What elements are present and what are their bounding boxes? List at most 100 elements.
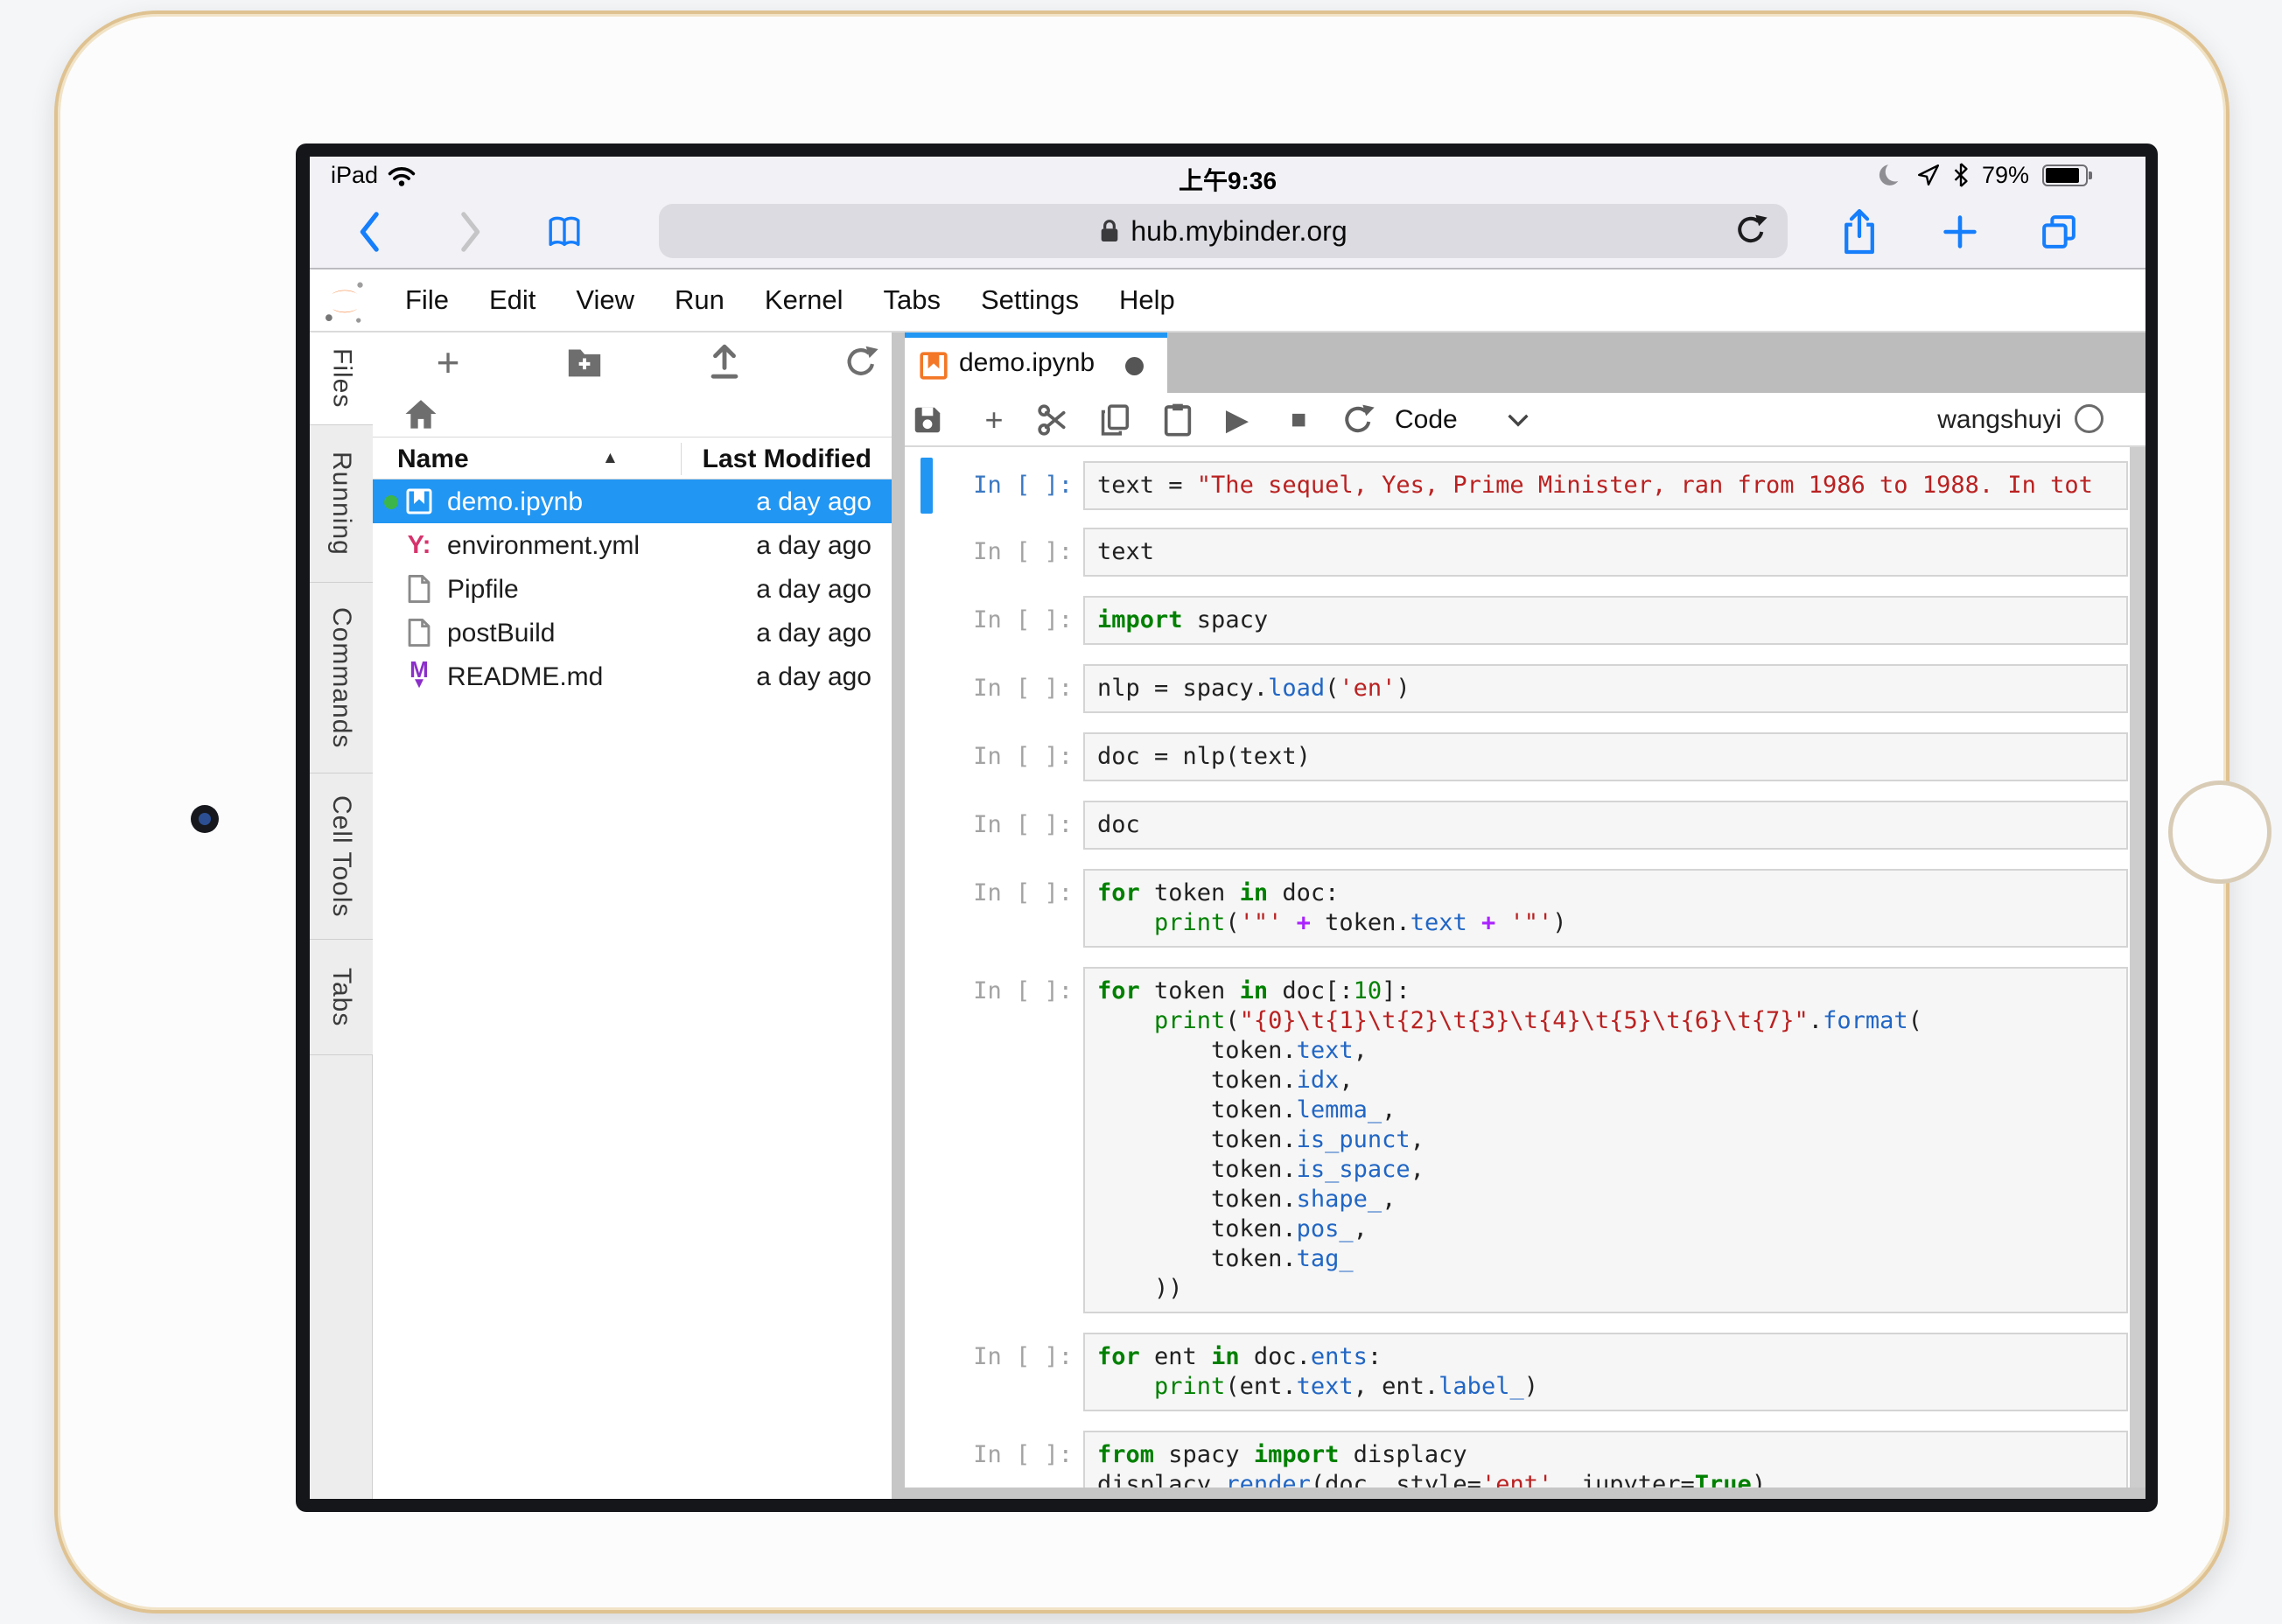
share-button[interactable] xyxy=(1839,209,1880,255)
sidebar-tab-running[interactable]: Running xyxy=(310,425,373,583)
vertical-scrollbar[interactable] xyxy=(2130,447,2146,1488)
file-name: demo.ipynb xyxy=(447,487,584,516)
file-browser-panel: + Name ▲ Last Modified demo.ipynb a day … xyxy=(373,332,892,1499)
menu-file[interactable]: File xyxy=(385,284,469,316)
code-cell-10[interactable]: from spacy import displacy displacy.rende… xyxy=(1083,1431,2128,1488)
code-cell-7[interactable]: for token in doc: print('"' + token.text… xyxy=(1083,869,2128,948)
notebook-icon xyxy=(404,486,434,516)
add-cell-button[interactable]: + xyxy=(971,398,1017,442)
column-name-label[interactable]: Name xyxy=(397,444,469,474)
notebook-tab-demo[interactable]: demo.ipynb xyxy=(905,332,1167,393)
file-list: demo.ipynb a day ago Y: environment.yml a da… xyxy=(373,480,892,1494)
cell-prompt: In [ ]: xyxy=(973,1343,1073,1370)
file-list-header[interactable]: Name ▲ Last Modified xyxy=(373,437,892,480)
forward-button[interactable] xyxy=(450,209,490,255)
cell-prompt: In [ ]: xyxy=(973,811,1073,838)
markdown-file-icon: M ▼ xyxy=(410,656,429,691)
panel-split-handle[interactable] xyxy=(892,332,905,1499)
tabs-overview-button[interactable] xyxy=(2039,209,2079,255)
clock: 上午9:36 xyxy=(1178,167,1278,194)
upload-button[interactable] xyxy=(704,341,746,383)
battery-percent-label: 79% xyxy=(1981,161,2029,188)
menu-edit[interactable]: Edit xyxy=(469,284,556,316)
refresh-file-list-button[interactable] xyxy=(840,341,882,383)
new-folder-button[interactable] xyxy=(564,341,606,383)
file-name: README.md xyxy=(447,662,604,691)
sidebar-tab-files[interactable]: Files xyxy=(310,332,374,425)
bluetooth-icon xyxy=(1954,163,1968,187)
code-cell-3[interactable]: import spacy xyxy=(1083,596,2128,645)
home-breadcrumb-icon[interactable] xyxy=(403,397,438,430)
code-cell-1[interactable]: text = "The sequel, Yes, Prime Minister,… xyxy=(1083,461,2128,510)
cell-type-value: Code xyxy=(1395,405,1458,434)
kernel-user-label: wangshuyi xyxy=(1937,405,2062,434)
file-name: Pipfile xyxy=(447,575,519,604)
sidebar-tab-tabs[interactable]: Tabs xyxy=(310,940,373,1055)
column-divider xyxy=(681,443,682,475)
copy-cells-button[interactable] xyxy=(1092,398,1138,442)
address-bar[interactable]: hub.mybinder.org xyxy=(659,204,1788,258)
menu-settings[interactable]: Settings xyxy=(961,284,1099,316)
battery-icon xyxy=(2042,164,2092,186)
file-row-postBuild[interactable]: postBuild a day ago xyxy=(373,611,892,654)
chevron-down-icon xyxy=(1508,414,1529,427)
new-launcher-button[interactable]: + xyxy=(427,340,469,385)
menu-tabs[interactable]: Tabs xyxy=(864,284,961,316)
horizontal-scrollbar[interactable] xyxy=(892,1488,2146,1499)
interrupt-kernel-button[interactable]: ■ xyxy=(1276,398,1321,442)
cell-type-dropdown[interactable]: Code xyxy=(1395,400,1596,440)
kernel-status-icon[interactable] xyxy=(2075,404,2104,433)
code-cell-6[interactable]: doc xyxy=(1083,801,2128,850)
menu-run[interactable]: Run xyxy=(654,284,745,316)
generic-file-icon xyxy=(408,618,430,648)
menu-bar-items: File Edit View Run Kernel Tabs Settings Help xyxy=(385,284,1195,316)
back-button[interactable] xyxy=(350,209,390,255)
jupyter-logo xyxy=(320,276,369,327)
menu-kernel[interactable]: Kernel xyxy=(745,284,864,316)
sidebar-tab-label: Cell Tools xyxy=(327,794,356,918)
cell-prompt: In [ ]: xyxy=(973,606,1073,634)
code-cell-2[interactable]: text xyxy=(1083,528,2128,577)
code-cell-5[interactable]: doc = nlp(text) xyxy=(1083,732,2128,781)
file-name: postBuild xyxy=(447,619,556,648)
file-row-Pipfile[interactable]: Pipfile a day ago xyxy=(373,567,892,611)
left-sidebar: Files Running Commands Cell Tools Tabs xyxy=(310,332,374,1499)
yaml-icon: Y: xyxy=(404,530,434,560)
sidebar-tab-label: Commands xyxy=(327,606,356,749)
notebook-toolbar: + ▶ ■ Code wangshuyi xyxy=(905,393,2146,447)
code-cell-8[interactable]: for token in doc[:10]: print("{0}\t{1}\t… xyxy=(1083,967,2128,1313)
column-modified-label[interactable]: Last Modified xyxy=(703,444,872,474)
menu-view[interactable]: View xyxy=(556,284,654,316)
notebook-cells: In [ ]: text = "The sequel, Yes, Prime Mi… xyxy=(905,447,2146,1488)
menu-help[interactable]: Help xyxy=(1099,284,1195,316)
code-cell-4[interactable]: nlp = spacy.load('en') xyxy=(1083,664,2128,713)
unsaved-changes-dot[interactable] xyxy=(1125,357,1144,375)
save-button[interactable] xyxy=(905,398,950,442)
code-cell-9[interactable]: for ent in doc.ents: print(ent.text, ent… xyxy=(1083,1333,2128,1411)
home-button[interactable] xyxy=(2168,780,2272,884)
run-cell-button[interactable]: ▶ xyxy=(1214,398,1260,442)
file-name: environment.yml xyxy=(447,531,640,560)
cell-prompt: In [ ]: xyxy=(973,675,1073,702)
notebook-tab-icon xyxy=(919,351,948,381)
reload-button[interactable] xyxy=(1733,213,1768,248)
sidebar-tab-commands[interactable]: Commands xyxy=(310,583,373,774)
cut-cells-button[interactable] xyxy=(1031,398,1076,442)
cell-prompt: In [ ]: xyxy=(973,472,1073,499)
restart-kernel-button[interactable] xyxy=(1335,398,1381,442)
paste-cells-button[interactable] xyxy=(1155,398,1200,442)
cell-prompt: In [ ]: xyxy=(973,538,1073,565)
sidebar-tab-cell-tools[interactable]: Cell Tools xyxy=(310,774,373,940)
file-row-README.md[interactable]: M ▼ README.md a day ago xyxy=(373,654,892,698)
file-browser-toolbar: + xyxy=(373,332,892,390)
bookmarks-button[interactable] xyxy=(544,209,584,255)
dock-tab-bar: demo.ipynb xyxy=(905,332,2146,393)
front-camera xyxy=(191,805,219,833)
file-modified: a day ago xyxy=(756,531,872,560)
cell-prompt: In [ ]: xyxy=(973,1441,1073,1468)
jupyterlab-menu-bar: File Edit View Run Kernel Tabs Settings Help xyxy=(310,270,2146,332)
yaml-file-icon: Y: xyxy=(407,530,431,559)
file-row-environment.yml[interactable]: Y: environment.yml a day ago xyxy=(373,523,892,567)
new-tab-button[interactable] xyxy=(1940,209,1980,255)
file-row-demo.ipynb[interactable]: demo.ipynb a day ago xyxy=(373,480,892,523)
